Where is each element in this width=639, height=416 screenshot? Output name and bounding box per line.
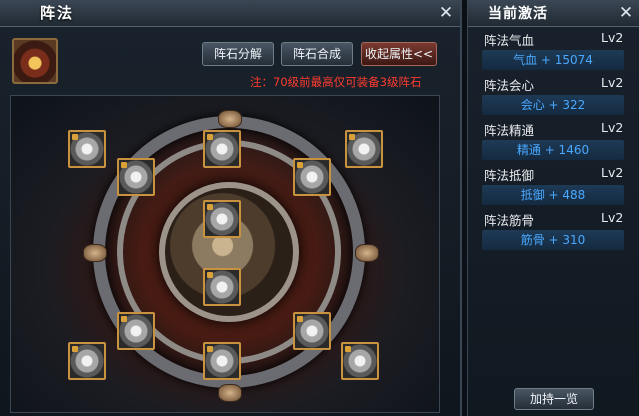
formation-title-bar[interactable]: 阵法 ✕ bbox=[0, 0, 460, 27]
stat-name: 阵法会心 bbox=[484, 78, 535, 93]
formation-emblem-icon bbox=[12, 38, 58, 84]
stat-row: 阵法抵御 Lv2 抵御 + 488 bbox=[468, 163, 639, 208]
lock-icon bbox=[345, 346, 351, 352]
lock-icon bbox=[72, 346, 78, 352]
lock-icon bbox=[207, 272, 213, 278]
formation-stone-slot[interactable] bbox=[117, 312, 155, 350]
formation-stone-slot[interactable] bbox=[293, 312, 331, 350]
formation-stone-slot[interactable] bbox=[203, 268, 241, 306]
lock-icon bbox=[297, 316, 303, 322]
formation-panel: 阵法 ✕ 阵石分解 阵石合成 收起属性<< 注：70级前最高仅可装备3级阵石 bbox=[0, 0, 462, 416]
stat-name: 阵法筋骨 bbox=[484, 213, 535, 228]
formation-board bbox=[10, 95, 440, 413]
lock-icon bbox=[121, 162, 127, 168]
stone-compose-button[interactable]: 阵石合成 bbox=[281, 42, 353, 66]
panel-title: 阵法 bbox=[40, 4, 75, 22]
ring-ornament-icon bbox=[83, 244, 107, 262]
close-icon[interactable]: ✕ bbox=[436, 3, 456, 23]
stat-name: 阵法精通 bbox=[484, 123, 535, 138]
active-title-bar: 当前激活 bbox=[468, 0, 639, 27]
lock-icon bbox=[121, 316, 127, 322]
close-icon[interactable]: ✕ bbox=[616, 3, 636, 23]
formation-stone-slot[interactable] bbox=[68, 130, 106, 168]
formation-stone-slot[interactable] bbox=[203, 342, 241, 380]
stat-row: 阵法筋骨 Lv2 筋骨 + 310 bbox=[468, 208, 639, 253]
stat-level: Lv2 bbox=[601, 165, 624, 180]
lock-icon bbox=[207, 134, 213, 140]
ring-ornament-icon bbox=[218, 110, 242, 128]
formation-stone-slot[interactable] bbox=[203, 200, 241, 238]
stat-bonus: 气血 + 15074 bbox=[482, 50, 624, 70]
lock-icon bbox=[207, 346, 213, 352]
lock-icon bbox=[349, 134, 355, 140]
stat-bonus: 筋骨 + 310 bbox=[482, 230, 624, 250]
formation-stone-slot[interactable] bbox=[117, 158, 155, 196]
lock-icon bbox=[207, 204, 213, 210]
stat-level: Lv2 bbox=[601, 75, 624, 90]
formation-stone-slot[interactable] bbox=[345, 130, 383, 168]
stat-level: Lv2 bbox=[601, 120, 624, 135]
lock-icon bbox=[72, 134, 78, 140]
formation-stone-slot[interactable] bbox=[293, 158, 331, 196]
formation-stone-slot[interactable] bbox=[203, 130, 241, 168]
lock-icon bbox=[297, 162, 303, 168]
stat-level: Lv2 bbox=[601, 210, 624, 225]
ring-ornament-icon bbox=[218, 384, 242, 402]
stat-level: Lv2 bbox=[601, 30, 624, 45]
ring-ornament-icon bbox=[355, 244, 379, 262]
stat-name: 阵法抵御 bbox=[484, 168, 535, 183]
collapse-attributes-button[interactable]: 收起属性<< bbox=[361, 42, 437, 66]
formation-stone-slot[interactable] bbox=[341, 342, 379, 380]
stat-name: 阵法气血 bbox=[484, 33, 535, 48]
stat-bonus: 抵御 + 488 bbox=[482, 185, 624, 205]
equip-limit-note: 注：70级前最高仅可装备3级阵石 bbox=[250, 75, 422, 89]
stat-row: 阵法气血 Lv2 气血 + 15074 bbox=[468, 28, 639, 73]
active-title: 当前激活 bbox=[488, 6, 548, 22]
stat-bonus: 精通 + 1460 bbox=[482, 140, 624, 160]
blessing-overview-button[interactable]: 加持一览 bbox=[514, 388, 594, 410]
stat-row: 阵法会心 Lv2 会心 + 322 bbox=[468, 73, 639, 118]
stat-row: 阵法精通 Lv2 精通 + 1460 bbox=[468, 118, 639, 163]
stone-decompose-button[interactable]: 阵石分解 bbox=[202, 42, 274, 66]
stat-bonus: 会心 + 322 bbox=[482, 95, 624, 115]
active-attributes-panel: 当前激活 阵法气血 Lv2 气血 + 15074 阵法会心 Lv2 会心 + 3… bbox=[467, 0, 639, 416]
formation-stone-slot[interactable] bbox=[68, 342, 106, 380]
